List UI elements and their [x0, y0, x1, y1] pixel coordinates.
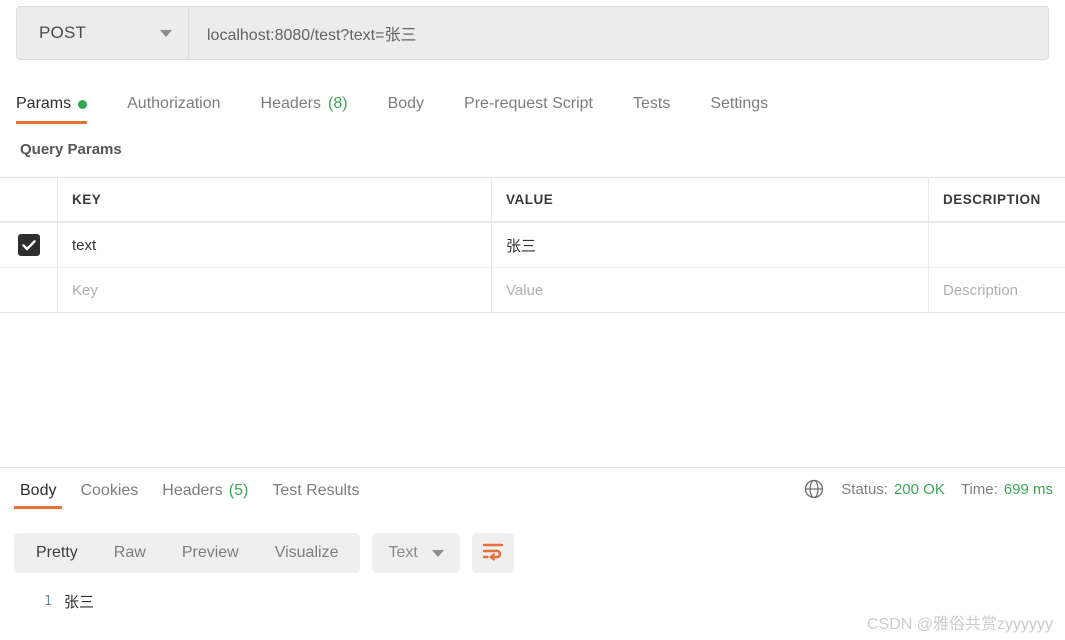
- response-tab-headers-count: (5): [228, 482, 249, 499]
- request-url-bar: POST localhost:8080/test?text=张三: [16, 6, 1049, 60]
- response-tab-body-label: Body: [20, 482, 57, 499]
- response-format-label: Text: [388, 544, 418, 561]
- response-tabs: Body Cookies Headers (5) Test Results: [8, 473, 371, 509]
- status-value: 200 OK: [893, 480, 945, 498]
- response-tab-body[interactable]: Body: [8, 473, 68, 509]
- tab-body[interactable]: Body: [388, 84, 441, 124]
- view-mode-visualize[interactable]: Visualize: [257, 533, 357, 573]
- query-params-title: Query Params: [20, 141, 122, 158]
- tab-headers[interactable]: Headers (8): [261, 84, 365, 124]
- tab-params-label: Params: [16, 95, 72, 112]
- http-method-select[interactable]: POST: [17, 7, 189, 59]
- response-tab-cookies-label: Cookies: [80, 482, 139, 499]
- status-badge[interactable]: Status: 200 OK: [841, 481, 945, 498]
- response-tab-test-results-label: Test Results: [272, 482, 360, 499]
- response-format-select[interactable]: Text: [372, 533, 460, 573]
- table-row: text 张三: [0, 222, 1065, 267]
- response-tab-test-results[interactable]: Test Results: [260, 473, 371, 509]
- param-enabled-checkbox[interactable]: [17, 234, 40, 256]
- response-view-modes: Pretty Raw Preview Visualize: [14, 533, 361, 573]
- tab-headers-count: (8): [328, 95, 348, 112]
- word-wrap-icon: [482, 541, 504, 566]
- response-tab-headers-label: Headers: [162, 482, 223, 499]
- globe-icon: [803, 478, 825, 500]
- table-row-empty: Key Value Description: [0, 267, 1065, 312]
- tab-authorization-label: Authorization: [127, 95, 221, 112]
- header-cell-description: DESCRIPTION: [943, 192, 1041, 207]
- tab-settings[interactable]: Settings: [710, 84, 785, 124]
- table-header-row: KEY VALUE DESCRIPTION: [0, 178, 1065, 222]
- tab-headers-label: Headers: [260, 95, 321, 112]
- param-description-input[interactable]: [929, 223, 1065, 267]
- time-badge[interactable]: Time: 699 ms: [961, 481, 1053, 498]
- new-param-key-input[interactable]: Key: [58, 268, 492, 312]
- request-tabs: Params Authorization Headers (8) Body Pr…: [0, 84, 1065, 126]
- word-wrap-toggle[interactable]: [471, 533, 514, 573]
- tab-settings-label: Settings: [710, 95, 769, 112]
- response-tab-headers[interactable]: Headers (5): [150, 473, 260, 509]
- pane-divider[interactable]: [0, 467, 1065, 468]
- status-label: Status:: [841, 480, 888, 498]
- chevron-down-icon: [160, 29, 172, 37]
- line-content: 张三: [64, 592, 95, 611]
- params-modified-dot-icon: [78, 99, 88, 109]
- http-method-label: POST: [39, 23, 87, 42]
- header-cell-value: VALUE: [492, 178, 929, 221]
- time-label: Time:: [960, 480, 998, 498]
- query-params-table: KEY VALUE DESCRIPTION text 张三 Key Value …: [0, 177, 1065, 313]
- response-tab-cookies[interactable]: Cookies: [68, 473, 150, 509]
- response-status-area: Status: 200 OK Time: 699 ms: [803, 478, 1053, 500]
- view-mode-pretty[interactable]: Pretty: [18, 533, 96, 573]
- time-value: 699 ms: [1003, 480, 1053, 498]
- param-key-input[interactable]: text: [58, 223, 492, 267]
- empty-row-checkbox-cell: [0, 268, 58, 312]
- param-value-input[interactable]: 张三: [492, 223, 929, 267]
- header-cell-key: KEY: [58, 178, 492, 221]
- chevron-down-icon: [431, 549, 444, 557]
- tab-pre-request-script[interactable]: Pre-request Script: [464, 84, 610, 124]
- response-view-toolbar: Pretty Raw Preview Visualize Text: [14, 533, 514, 573]
- request-url-input[interactable]: localhost:8080/test?text=张三: [189, 7, 1048, 59]
- tab-authorization[interactable]: Authorization: [127, 84, 237, 124]
- tab-pre-request-script-label: Pre-request Script: [464, 95, 593, 112]
- new-param-description-input[interactable]: Description: [929, 268, 1065, 312]
- tab-params[interactable]: Params: [16, 84, 104, 124]
- new-param-value-input[interactable]: Value: [492, 268, 929, 312]
- row-checkbox-cell: [0, 223, 58, 267]
- header-cell-checkbox: [0, 178, 58, 221]
- watermark: CSDN @雅俗共赏zyyyyyy: [866, 616, 1053, 633]
- view-mode-raw[interactable]: Raw: [96, 533, 164, 573]
- tab-body-label: Body: [387, 95, 425, 112]
- tab-tests[interactable]: Tests: [633, 84, 687, 124]
- view-mode-preview[interactable]: Preview: [164, 533, 257, 573]
- tab-tests-label: Tests: [632, 95, 671, 112]
- line-number: 1: [44, 593, 52, 609]
